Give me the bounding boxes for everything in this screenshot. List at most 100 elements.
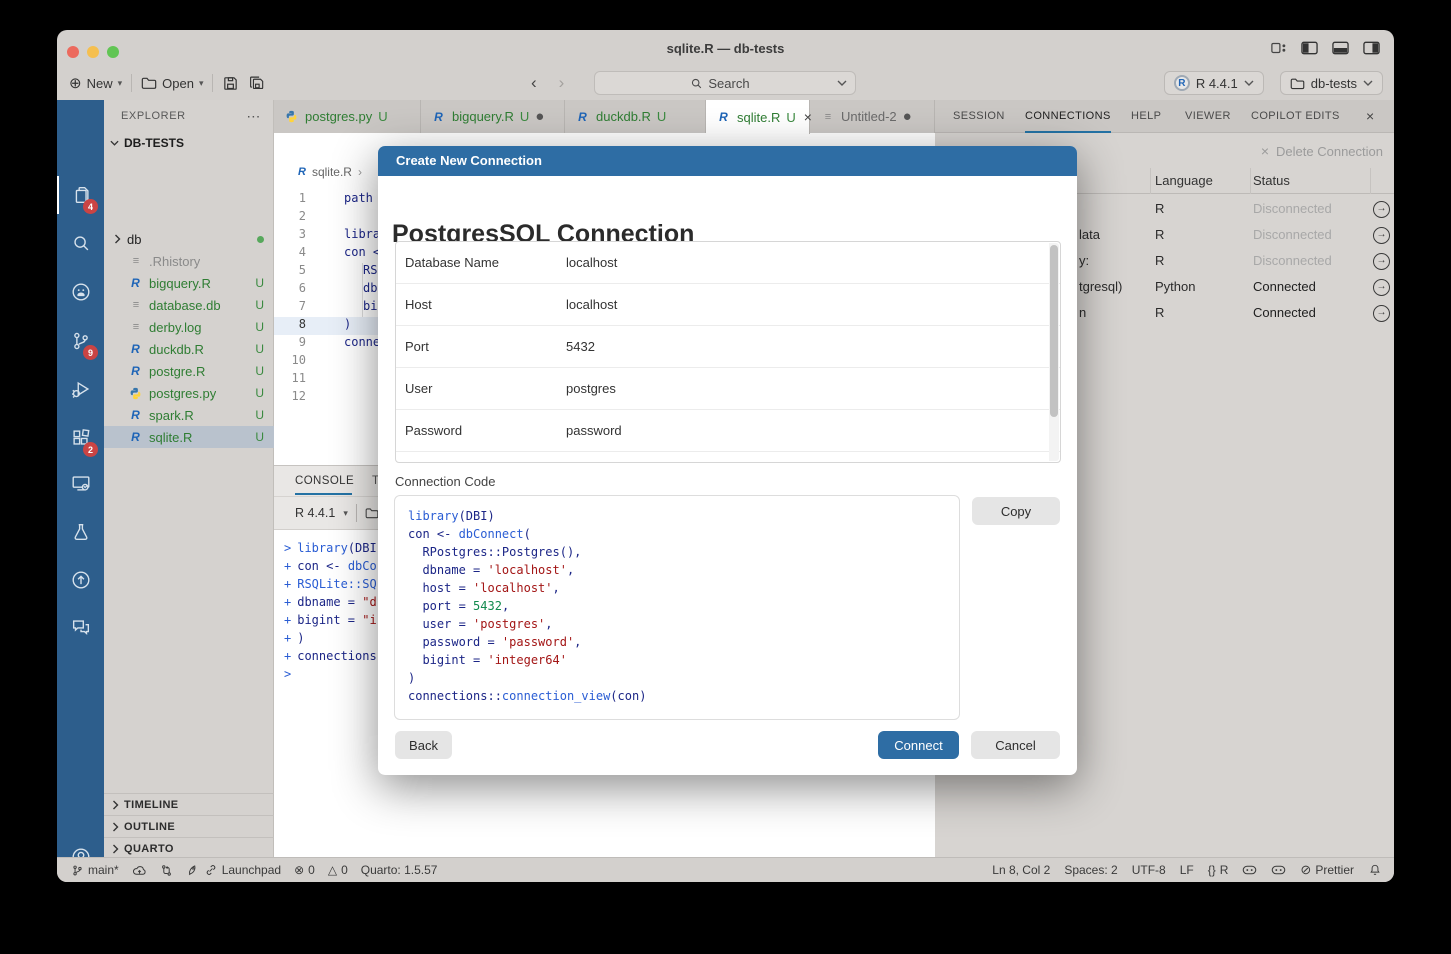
tree-item-bigquery[interactable]: R bigquery.RU [104, 272, 274, 294]
tab-postgres-py[interactable]: postgres.pyU [274, 100, 421, 133]
column-status[interactable]: Status [1253, 173, 1290, 188]
connection-code-block[interactable]: library(DBI) con <- dbConnect( RPostgres… [394, 495, 960, 720]
chevron-right-icon [112, 822, 119, 832]
warnings-indicator[interactable]: △ 0 [328, 863, 348, 877]
r-file-icon: R [128, 408, 143, 422]
launchpad-button[interactable]: Launchpad [186, 863, 281, 877]
tree-item-spark[interactable]: R spark.RU [104, 404, 274, 426]
field-options-partial[interactable] [396, 452, 1060, 463]
sidebar-item-explorer[interactable]: 4 [57, 178, 104, 212]
toggle-right-panel-icon[interactable] [1363, 41, 1380, 55]
console-r-version[interactable]: R 4.4.1 [295, 506, 335, 520]
language-mode[interactable]: {}R [1208, 863, 1229, 877]
close-panel-icon[interactable]: × [1366, 108, 1374, 124]
form-scrollbar[interactable] [1049, 243, 1059, 461]
section-quarto[interactable]: QUARTO [104, 837, 274, 859]
indentation-setting[interactable]: Spaces: 2 [1064, 863, 1117, 877]
tab-session[interactable]: SESSION [953, 100, 1005, 133]
navigate-back-icon[interactable]: ‹ [531, 73, 537, 93]
cancel-button[interactable]: Cancel [971, 731, 1060, 759]
errors-indicator[interactable]: ⊗ 0 [294, 863, 315, 877]
field-host[interactable]: Hostlocalhost [396, 284, 1060, 326]
field-password[interactable]: Passwordpassword [396, 410, 1060, 452]
tree-item-duckdb[interactable]: R duckdb.RU [104, 338, 274, 360]
search-input[interactable]: Search [594, 71, 856, 95]
open-connection-icon[interactable]: → [1373, 279, 1390, 296]
sidebar-item-testing[interactable] [57, 515, 104, 549]
sidebar-item-extensions[interactable]: 2 [57, 421, 104, 455]
back-button[interactable]: Back [395, 731, 452, 759]
copilot-icon[interactable] [1242, 864, 1257, 876]
sidebar-item-run-debug[interactable] [57, 372, 104, 406]
field-database-name[interactable]: Database Namelocalhost [396, 242, 1060, 284]
encoding-setting[interactable]: UTF-8 [1132, 863, 1166, 877]
dirty-dot-icon[interactable]: ● [535, 112, 544, 122]
dialog-title-bar[interactable]: Create New Connection [378, 146, 1077, 176]
chevron-down-icon[interactable] [837, 80, 847, 86]
status-bar: main* Launchpad ⊗ 0 △ 0 Quarto: 1.5.57 [57, 857, 1394, 882]
eol-setting[interactable]: LF [1180, 863, 1194, 877]
tab-help[interactable]: HELP [1131, 100, 1161, 133]
open-connection-icon[interactable]: → [1373, 227, 1390, 244]
sidebar-item-publish[interactable] [57, 563, 104, 597]
open-button[interactable]: Open▾ [141, 76, 203, 91]
copilot-icon[interactable] [1271, 864, 1286, 876]
delete-connection-button[interactable]: × Delete Connection [1261, 143, 1383, 159]
workspace-root-folder[interactable]: DB-TESTS [104, 132, 273, 154]
section-timeline[interactable]: TIMELINE [104, 793, 274, 815]
tab-sqlite-active[interactable]: R sqlite.RU × [706, 100, 810, 134]
dirty-dot-icon[interactable]: ● [903, 112, 912, 122]
tab-untitled-2[interactable]: ≡ Untitled-2 ● [810, 100, 935, 133]
field-port[interactable]: Port5432 [396, 326, 1060, 368]
compare-changes-icon[interactable] [160, 864, 173, 877]
save-icon[interactable] [222, 75, 239, 92]
scrollbar-thumb[interactable] [1050, 245, 1058, 417]
tree-item-folder-db[interactable]: db [104, 228, 274, 250]
interpreter-selector[interactable]: R R 4.4.1 [1164, 71, 1264, 95]
column-language[interactable]: Language [1155, 173, 1213, 188]
rocket-icon [186, 863, 200, 877]
console-prompt[interactable]: > [284, 667, 297, 685]
tab-bigquery[interactable]: R bigquery.RU ● [421, 100, 565, 133]
tree-item-database-db[interactable]: ≡ database.dbU [104, 294, 274, 316]
sidebar-item-search[interactable] [57, 226, 104, 260]
section-outline[interactable]: OUTLINE [104, 815, 274, 837]
breadcrumb[interactable]: R sqlite.R › [298, 165, 362, 179]
quarto-version[interactable]: Quarto: 1.5.57 [361, 863, 438, 877]
field-user[interactable]: Userpostgres [396, 368, 1060, 410]
sidebar-item-source-control[interactable]: 9 [57, 324, 104, 358]
cursor-position[interactable]: Ln 8, Col 2 [992, 863, 1050, 877]
sidebar-item-comments[interactable] [57, 610, 104, 644]
copy-button[interactable]: Copy [972, 497, 1060, 525]
open-connection-icon[interactable]: → [1373, 305, 1390, 322]
tab-copilot-edits[interactable]: COPILOT EDITS [1251, 100, 1340, 133]
prettier-status[interactable]: ⊘ Prettier [1300, 862, 1354, 878]
connect-button[interactable]: Connect [878, 731, 959, 759]
toggle-left-panel-icon[interactable] [1301, 41, 1318, 55]
tree-item-postgre-r[interactable]: R postgre.RU [104, 360, 274, 382]
save-all-icon[interactable] [248, 75, 266, 92]
tab-viewer[interactable]: VIEWER [1185, 100, 1231, 133]
customize-layout-icon[interactable] [1271, 41, 1287, 55]
tree-item-postgres-py[interactable]: postgres.pyU [104, 382, 274, 404]
open-connection-icon[interactable]: → [1373, 201, 1390, 218]
sync-changes-icon[interactable] [132, 864, 147, 877]
more-actions-icon[interactable]: ⋯ [246, 108, 261, 125]
tree-item-sqlite-selected[interactable]: R sqlite.RU [104, 426, 274, 448]
workspace-selector[interactable]: db-tests [1280, 71, 1383, 95]
tab-duckdb[interactable]: R duckdb.RU [565, 100, 706, 133]
notifications-bell-icon[interactable] [1368, 863, 1382, 877]
sidebar-item-remote-explorer[interactable] [57, 466, 104, 500]
toggle-bottom-panel-icon[interactable] [1332, 41, 1349, 55]
close-tab-icon[interactable]: × [804, 109, 812, 125]
new-button[interactable]: ⊕ New▾ [69, 74, 122, 92]
chevron-down-icon: ▾ [343, 508, 348, 519]
tree-item-rhistory[interactable]: ≡ .Rhistory [104, 250, 274, 272]
tab-connections[interactable]: CONNECTIONS [1025, 100, 1111, 133]
navigate-forward-icon[interactable]: › [559, 73, 565, 93]
sidebar-item-github[interactable] [57, 275, 104, 309]
tree-item-derby-log[interactable]: ≡ derby.logU [104, 316, 274, 338]
tab-console[interactable]: CONSOLE [295, 466, 354, 496]
open-connection-icon[interactable]: → [1373, 253, 1390, 270]
git-branch-status[interactable]: main* [71, 863, 119, 877]
